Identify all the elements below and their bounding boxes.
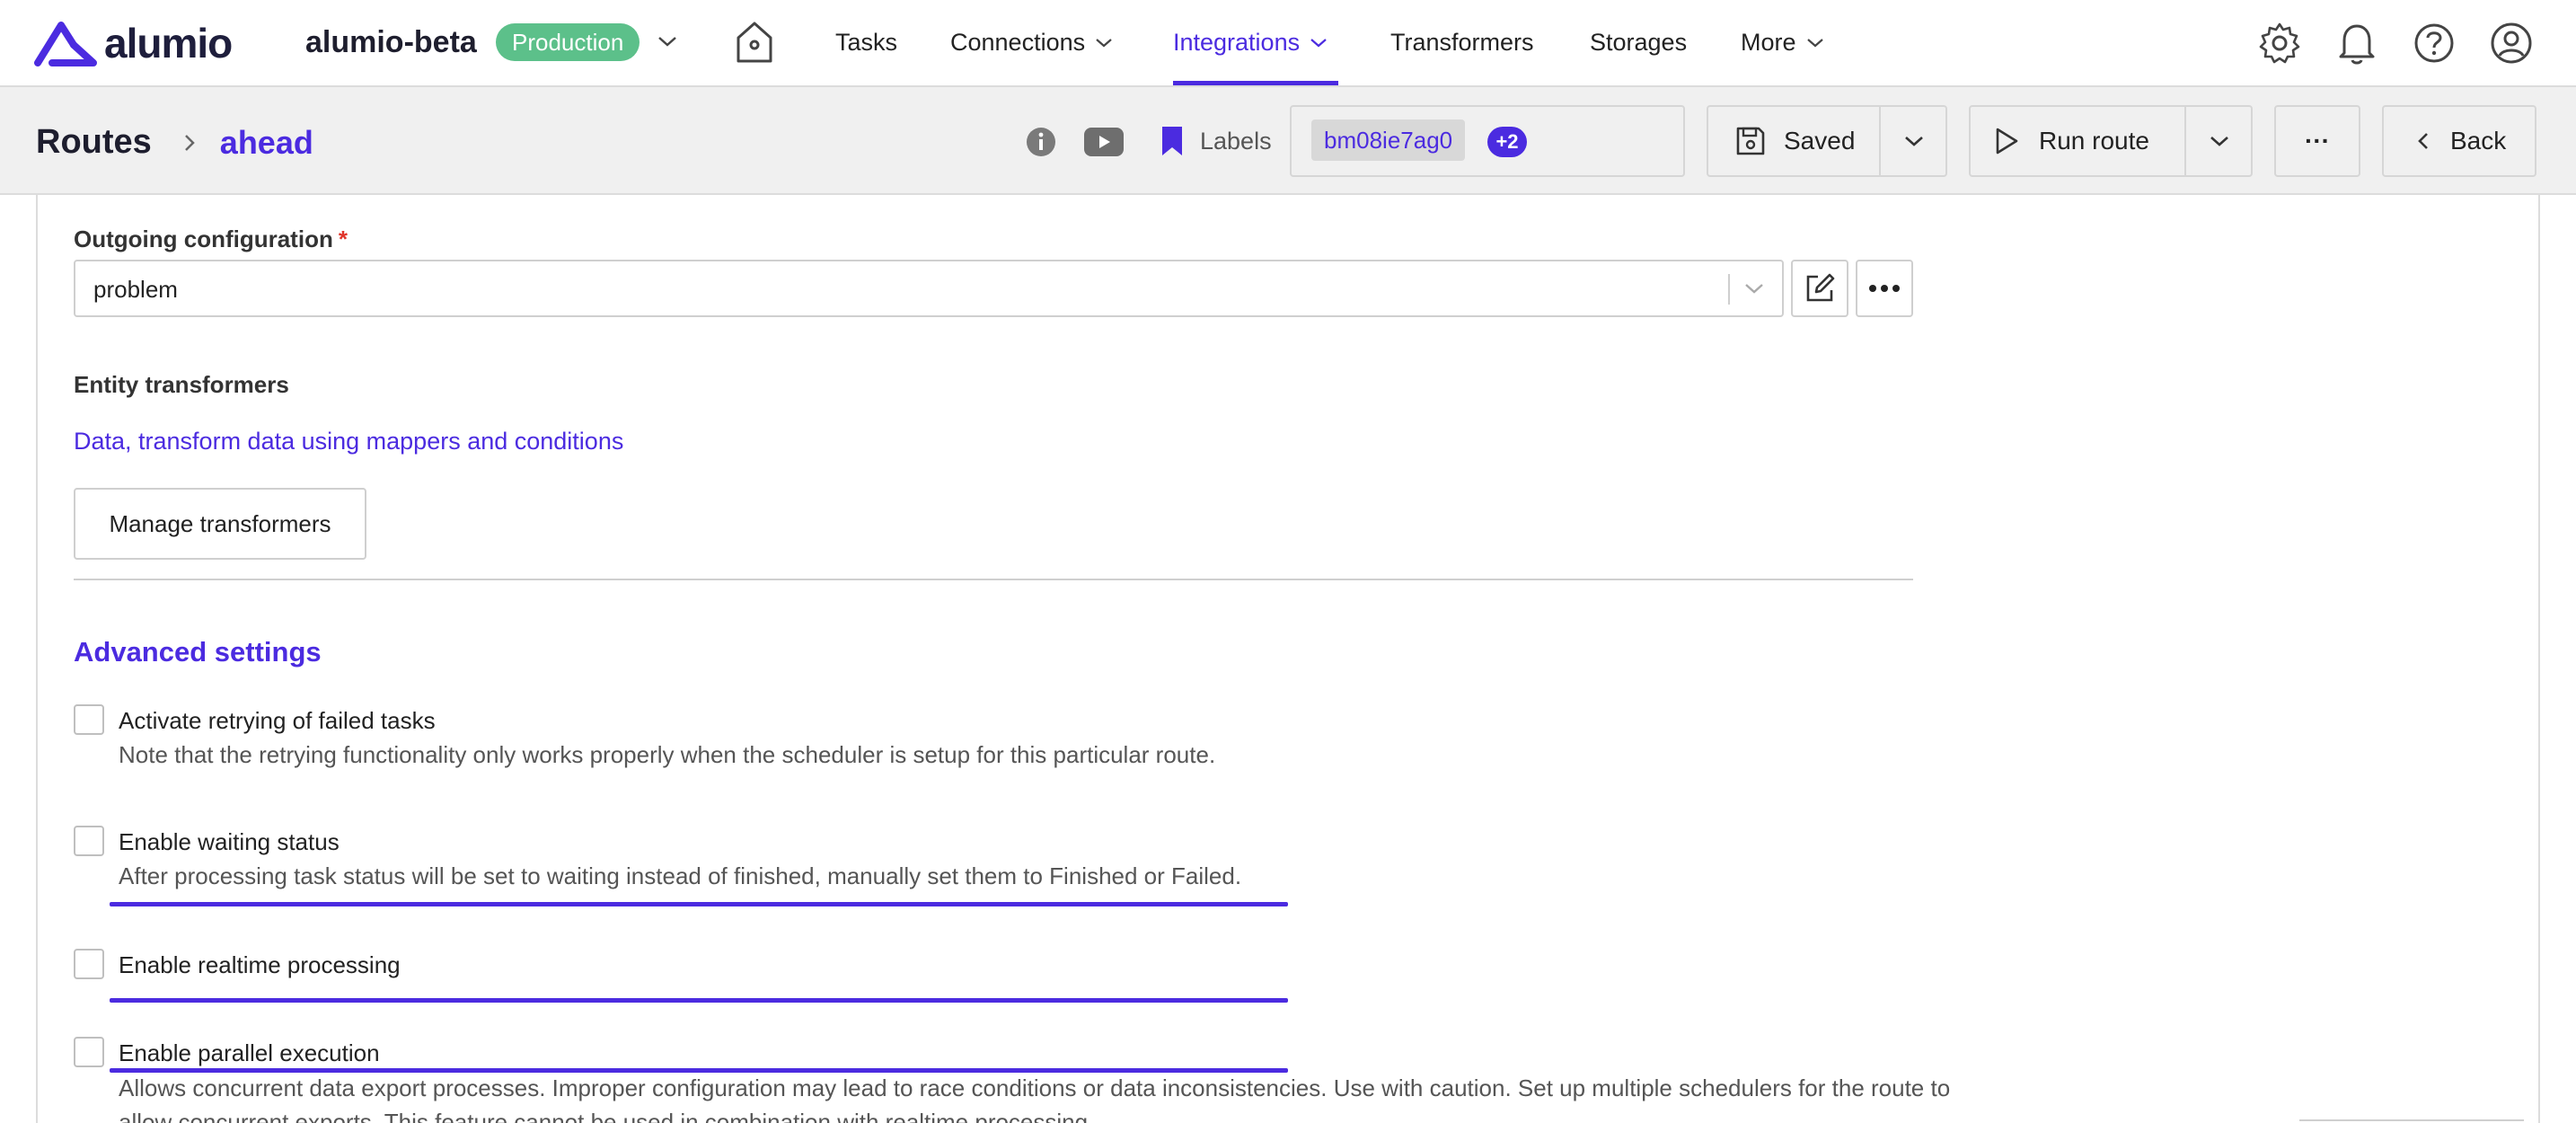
nav-integrations[interactable]: Integrations xyxy=(1173,0,1338,85)
ellipsis-icon xyxy=(1869,285,1900,292)
parallel-execution-label[interactable]: Enable parallel execution xyxy=(119,1039,380,1067)
breadcrumb: Routes ahead xyxy=(36,123,313,162)
chevron-down-icon xyxy=(1096,38,1112,47)
nav-transformers-label: Transformers xyxy=(1390,29,1534,56)
waiting-status-label[interactable]: Enable waiting status xyxy=(119,828,340,856)
nav-connections-label: Connections xyxy=(950,29,1086,56)
breadcrumb-current-route: ahead xyxy=(219,123,313,161)
waiting-status-checkbox[interactable] xyxy=(74,826,104,856)
more-actions-label: ··· xyxy=(2305,127,2330,155)
home-icon[interactable] xyxy=(735,20,774,65)
saved-split-button: Saved xyxy=(1707,105,1947,177)
user-avatar-icon[interactable] xyxy=(2488,20,2535,66)
nav-storages[interactable]: Storages xyxy=(1590,0,1687,85)
alumio-logo[interactable]: alumio xyxy=(34,18,233,68)
bell-icon[interactable] xyxy=(2333,20,2380,66)
chevron-down-icon xyxy=(1310,38,1327,47)
workspace-name[interactable]: alumio-beta xyxy=(305,25,477,60)
saved-button[interactable]: Saved xyxy=(1708,107,1879,175)
chevron-down-icon[interactable] xyxy=(1742,279,1766,297)
configuration-options-button[interactable] xyxy=(1856,260,1913,317)
nav-integrations-label: Integrations xyxy=(1173,29,1301,56)
nav-transformers[interactable]: Transformers xyxy=(1390,0,1534,85)
bookmark-icon xyxy=(1162,127,1182,155)
route-form xyxy=(36,195,2540,1123)
labels-title: Labels xyxy=(1200,128,1272,155)
entity-transformers-link[interactable]: Data, transform data using mappers and c… xyxy=(74,428,623,455)
retry-failed-tasks-description: Note that the retrying functionality onl… xyxy=(119,741,1216,768)
realtime-processing-checkbox[interactable] xyxy=(74,949,104,979)
edit-configuration-button[interactable] xyxy=(1791,260,1848,317)
help-icon[interactable] xyxy=(2411,20,2457,66)
label-chip[interactable]: bm08ie7ag0 xyxy=(1311,119,1466,161)
nav-storages-label: Storages xyxy=(1590,29,1688,56)
labels-field[interactable]: bm08ie7ag0 +2 xyxy=(1290,105,1685,177)
retry-failed-tasks-label[interactable]: Activate retrying of failed tasks xyxy=(119,707,436,735)
nav-tasks-label: Tasks xyxy=(835,29,898,56)
chevron-down-icon[interactable] xyxy=(1902,132,1926,150)
section-divider xyxy=(74,579,1913,580)
back-button[interactable]: Back xyxy=(2382,105,2536,177)
manage-transformers-button[interactable]: Manage transformers xyxy=(74,488,366,560)
run-route-button[interactable]: Run route xyxy=(1971,107,2184,175)
back-label: Back xyxy=(2450,127,2507,155)
chevron-left-icon xyxy=(2418,133,2428,149)
chevron-down-icon[interactable] xyxy=(656,32,679,50)
play-icon xyxy=(1996,128,2018,155)
nav-connections[interactable]: Connections xyxy=(950,0,1114,85)
select-divider xyxy=(1728,274,1730,305)
environment-badge[interactable]: Production xyxy=(496,23,640,61)
required-mark: * xyxy=(338,225,348,252)
outgoing-configuration-value: problem xyxy=(93,276,178,303)
chevron-down-icon[interactable] xyxy=(2208,132,2231,150)
run-route-split-button: Run route xyxy=(1969,105,2253,177)
waiting-status-description: After processing task status will be set… xyxy=(119,862,1242,889)
chevron-down-icon xyxy=(1806,38,1823,47)
logo-text: alumio xyxy=(104,20,233,66)
more-actions-button[interactable]: ··· xyxy=(2274,105,2360,177)
parallel-execution-description: Allows concurrent data export processes.… xyxy=(119,1074,1951,1123)
video-icon[interactable] xyxy=(1083,127,1125,157)
entity-transformers-label: Entity transformers xyxy=(74,371,289,398)
outgoing-configuration-select[interactable]: problem xyxy=(74,260,1784,317)
saved-label: Saved xyxy=(1784,127,1856,155)
advanced-settings-title: Advanced settings xyxy=(74,636,322,668)
retry-failed-tasks-checkbox[interactable] xyxy=(74,704,104,735)
nav-more-label: More xyxy=(1741,29,1796,56)
parallel-execution-checkbox[interactable] xyxy=(74,1037,104,1067)
outgoing-configuration-label-text: Outgoing configuration xyxy=(74,225,333,252)
nav-more[interactable]: More xyxy=(1741,0,1825,85)
gear-icon[interactable] xyxy=(2256,20,2303,66)
realtime-processing-label[interactable]: Enable realtime processing xyxy=(119,951,401,979)
alumio-logo-icon xyxy=(34,22,97,66)
run-route-label: Run route xyxy=(2039,127,2149,155)
info-icon[interactable] xyxy=(1026,127,1056,157)
highlight-underline xyxy=(110,998,1288,1003)
top-navigation: alumio alumio-beta Production Tasks Conn… xyxy=(0,0,2576,87)
outgoing-configuration-label: Outgoing configuration * xyxy=(74,225,348,253)
label-extra-count[interactable]: +2 xyxy=(1487,127,1527,157)
highlight-underline xyxy=(110,902,1288,906)
route-header: Routes ahead Labels bm08ie7ag0 +2 Saved xyxy=(0,87,2576,195)
breadcrumb-routes[interactable]: Routes xyxy=(36,123,152,162)
save-icon xyxy=(1736,127,1765,155)
floating-panel-edge xyxy=(2299,1119,2524,1123)
chevron-right-icon xyxy=(184,134,195,151)
nav-tasks[interactable]: Tasks xyxy=(835,0,897,85)
edit-icon xyxy=(1806,273,1835,302)
